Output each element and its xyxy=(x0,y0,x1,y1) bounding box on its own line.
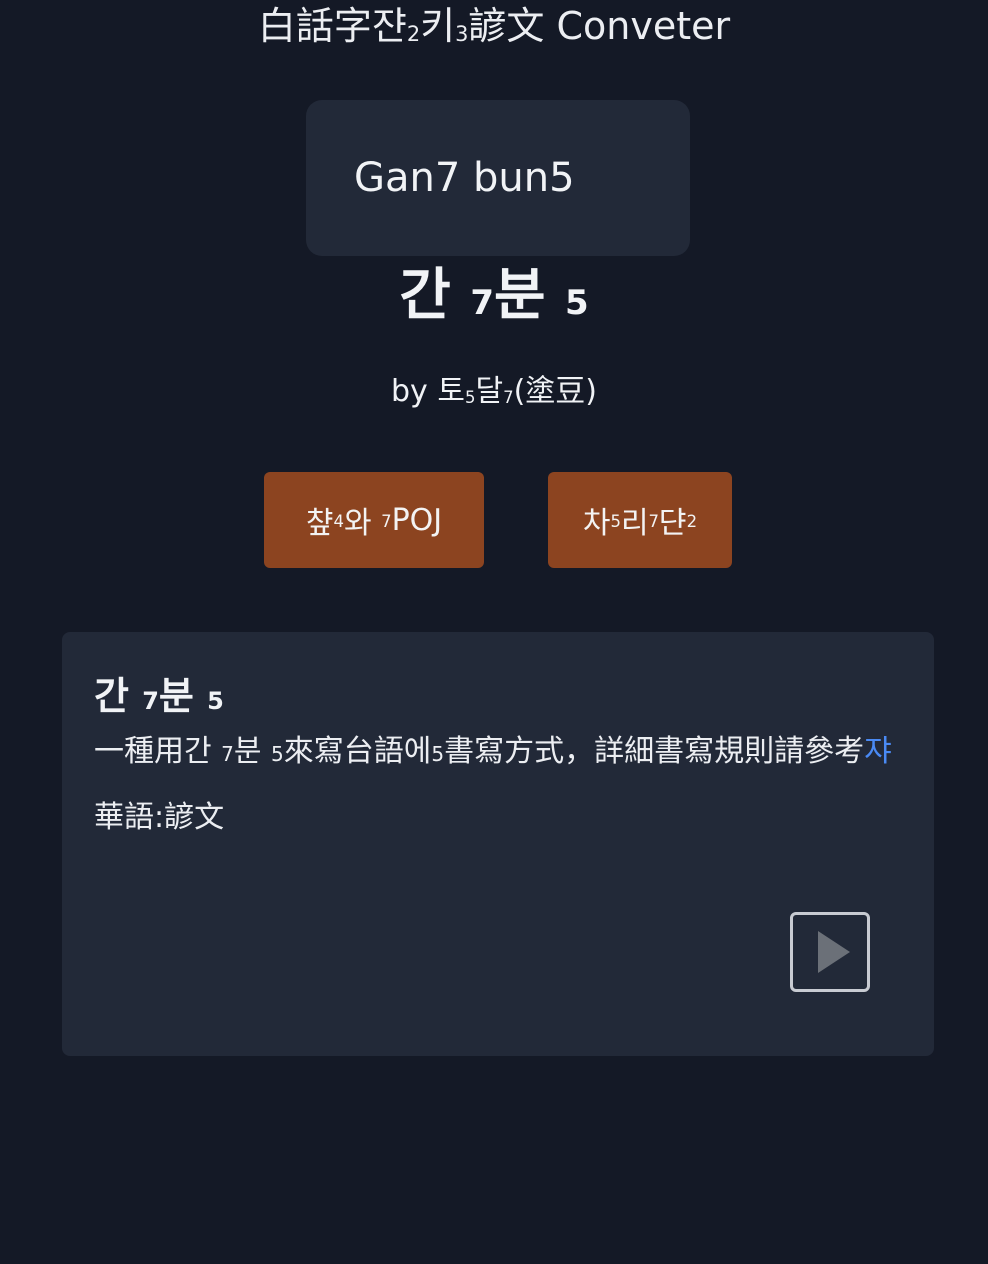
description-tone: 5 xyxy=(271,742,284,766)
description-syllable: 간 xyxy=(184,734,212,769)
description-syllable: 분 xyxy=(233,734,262,769)
byline-prefix: by xyxy=(391,374,438,409)
description-syllable: 에 xyxy=(403,734,432,769)
byline-suffix: (塗豆) xyxy=(513,374,597,409)
button-label-tone: 5 xyxy=(610,512,621,532)
button-label-syllable: 와 xyxy=(343,506,372,541)
definition-title-tone: 5 xyxy=(207,687,224,715)
button-label-syllable: 리 xyxy=(620,506,649,541)
app-title: 白話字쟌2키3諺文 Conveter xyxy=(0,0,988,58)
description-text: 一種用 xyxy=(94,734,184,769)
result-syllable: 간 xyxy=(399,263,451,328)
title-tone-number: 3 xyxy=(455,22,469,47)
description-tone: 7 xyxy=(221,742,234,766)
page: 白話字쟌2키3諺文 Conveter 간 7분 5 by 토5달7(塗豆) 챺4… xyxy=(0,0,988,1264)
converted-result: 간 7분 5 xyxy=(0,256,988,343)
button-label-tone: 4 xyxy=(333,512,344,532)
button-label-tone: 7 xyxy=(648,512,660,532)
definition-title: 간 7분 5 xyxy=(94,668,902,729)
convert-to-poj-button[interactable]: 챺4와 7 POJ xyxy=(264,472,484,568)
byline-syllable: 달 xyxy=(475,374,504,409)
byline-tone-number: 7 xyxy=(503,387,514,407)
definition-title-syllable: 간 xyxy=(94,674,129,718)
author-byline: by 토5달7(塗豆) xyxy=(0,370,988,418)
rules-reference-link[interactable]: 쟈 xyxy=(864,734,892,769)
definition-description: 一種用간 7분 5來寫台語에5書寫方式，詳細書寫規則請參考쟈 xyxy=(94,729,894,777)
title-syllable: 키 xyxy=(420,4,456,48)
result-syllable: 분 xyxy=(494,263,546,328)
play-audio-button[interactable] xyxy=(790,912,870,992)
button-label-syllable: 댠 xyxy=(659,506,687,541)
result-tone-number: 7 xyxy=(470,283,494,323)
mandarin-translation: 華語:諺文 xyxy=(94,800,225,835)
romanization-input-box[interactable] xyxy=(306,100,690,256)
definition-card: 간 7분 5 一種用간 7분 5來寫台語에5書寫方式，詳細書寫規則請參考쟈 華語… xyxy=(62,632,934,1056)
result-tone-number: 5 xyxy=(565,283,589,323)
description-text: 書寫方式，詳細書寫規則請參考 xyxy=(444,734,865,769)
button-label-syllable: 차 xyxy=(582,506,611,541)
button-label-syllable: 챺 xyxy=(305,506,334,541)
button-label-suffix: POJ xyxy=(391,502,443,538)
title-tone-number: 2 xyxy=(406,22,421,47)
definition-title-tone: 7 xyxy=(142,687,159,715)
title-text: 白話字 xyxy=(257,4,372,48)
play-icon xyxy=(818,931,850,973)
dictionary-lookup-button[interactable]: 차5리7댠2 xyxy=(548,472,732,568)
description-text: 來寫台語 xyxy=(283,734,404,769)
definition-title-syllable: 분 xyxy=(158,674,194,718)
button-label-tone: 7 xyxy=(381,512,392,532)
title-text: 諺文 Conveter xyxy=(468,4,731,48)
description-tone: 5 xyxy=(431,742,445,766)
button-label-tone: 2 xyxy=(686,512,698,532)
byline-syllable: 토 xyxy=(437,374,465,409)
title-syllable: 쟌 xyxy=(371,4,407,48)
byline-tone-number: 5 xyxy=(464,387,476,407)
romanization-input[interactable] xyxy=(354,155,654,201)
